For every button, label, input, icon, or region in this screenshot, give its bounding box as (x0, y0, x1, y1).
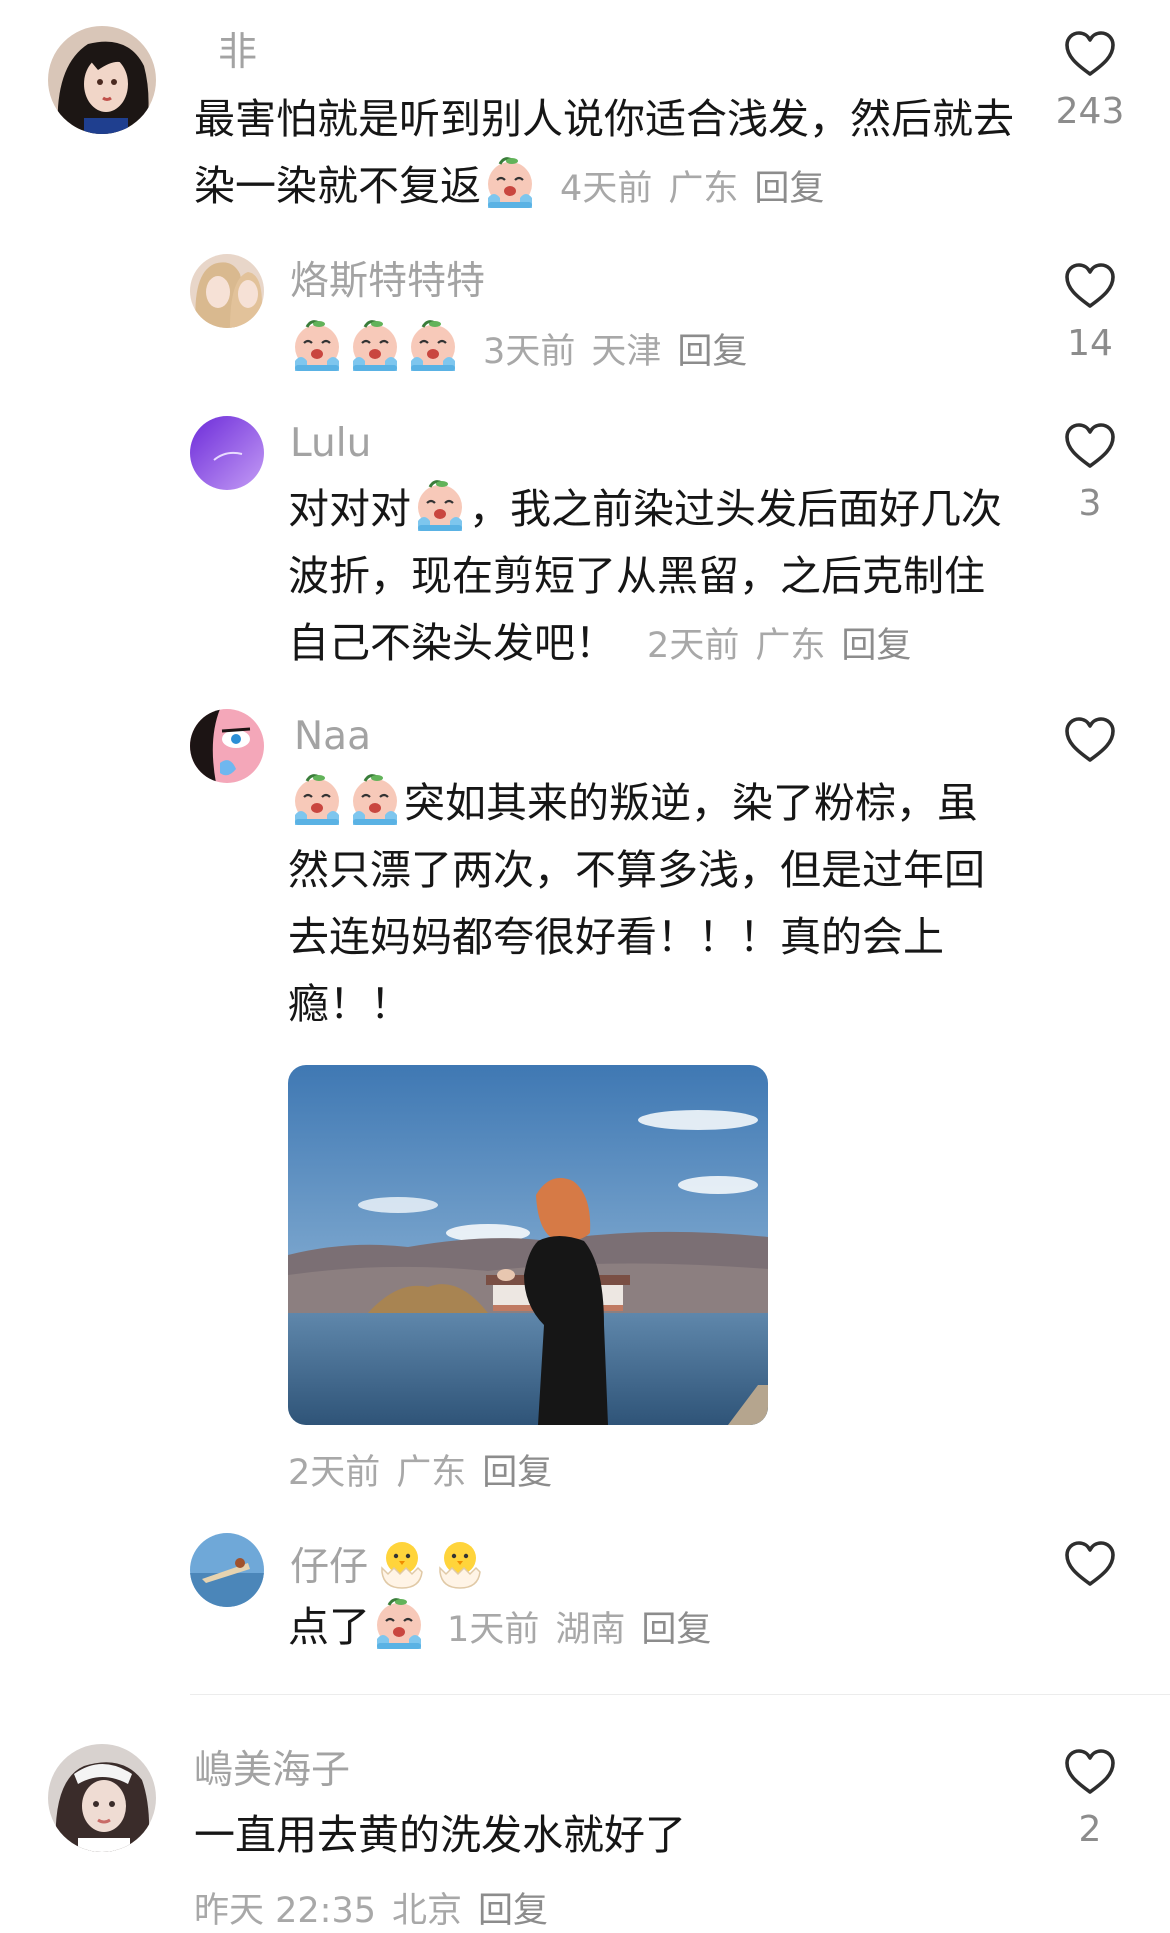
hatching-chick-emoji (374, 1534, 430, 1590)
like-button[interactable]: 2 (1040, 1748, 1140, 1850)
heart-outline-icon (1064, 30, 1116, 78)
comment-text: 最害怕就是听到别人说你适合浅发，然后就去染一染就不复返 4天前 广东 回复 (194, 86, 1014, 223)
heart-outline-icon (1064, 1748, 1116, 1796)
location: 湖南 (555, 1610, 626, 1650)
heart-outline-icon (1064, 262, 1116, 310)
comment-meta: 2天前 广东 回复 (288, 1444, 568, 1495)
comment-text: 点了 1天前 湖南 回复 (288, 1594, 1028, 1664)
like-button[interactable] (1040, 716, 1140, 764)
crying-face-emoji (347, 771, 403, 827)
location: 北京 (392, 1891, 463, 1931)
reply-button[interactable]: 回复 (641, 1610, 711, 1650)
location: 广东 (755, 626, 826, 666)
comment-text: 一直用去黄的洗发水就好了 (194, 1811, 686, 1859)
like-button[interactable]: 14 (1040, 262, 1140, 364)
comment-meta: 1天前 湖南 回复 (447, 1610, 727, 1650)
timestamp: 4天前 (560, 169, 653, 209)
crying-face-emoji (371, 1595, 427, 1651)
location: 广东 (396, 1453, 467, 1493)
crying-face-emoji (412, 477, 468, 533)
comment-body: 点了 (288, 1603, 370, 1651)
like-button[interactable]: 243 (1040, 30, 1140, 132)
timestamp: 2天前 (288, 1453, 381, 1493)
username[interactable]: 仔仔 (290, 1534, 489, 1594)
username[interactable]: Naa (294, 711, 371, 763)
avatar[interactable] (48, 1744, 156, 1852)
location: 天津 (591, 332, 662, 372)
comment-text: 突如其来的叛逆，染了粉棕，虽然只漂了两次，不算多浅，但是过年回去连妈妈都夸很好看… (288, 770, 1008, 1038)
reply-button[interactable]: 回复 (482, 1453, 552, 1493)
username[interactable]: 非 (218, 27, 257, 79)
timestamp: 3天前 (483, 332, 576, 372)
like-count: 14 (1067, 323, 1113, 364)
location: 广东 (668, 169, 739, 209)
crying-face-emoji (482, 154, 538, 210)
comment-meta: 3天前 天津 回复 (483, 332, 763, 372)
avatar[interactable] (48, 26, 156, 134)
timestamp: 2天前 (647, 626, 740, 666)
reply-button[interactable]: 回复 (841, 626, 911, 666)
reply-button[interactable]: 回复 (754, 169, 824, 209)
username[interactable]: Lulu (290, 418, 371, 470)
username-text: 仔仔 (290, 1545, 369, 1590)
like-button[interactable] (1040, 1540, 1140, 1588)
hatching-chick-emoji (432, 1534, 488, 1590)
heart-outline-icon (1064, 422, 1116, 470)
comment-meta: 2天前 广东 回复 (647, 626, 927, 666)
avatar[interactable] (190, 709, 264, 783)
like-count: 2 (1078, 1809, 1102, 1850)
avatar[interactable] (190, 416, 264, 490)
comment-photo[interactable] (288, 1065, 768, 1425)
timestamp: 1天前 (447, 1610, 540, 1650)
timestamp: 昨天 22:35 (194, 1891, 376, 1931)
like-count: 3 (1078, 483, 1102, 524)
heart-outline-icon (1064, 1540, 1116, 1588)
crying-face-emoji (289, 771, 345, 827)
username[interactable]: 嶋美海子 (194, 1745, 350, 1797)
reply-button[interactable]: 回复 (677, 332, 747, 372)
heart-outline-icon (1064, 716, 1116, 764)
reply-button[interactable]: 回复 (478, 1891, 548, 1931)
avatar[interactable] (190, 1533, 264, 1607)
comment-text: 3天前 天津 回复 (288, 316, 1028, 386)
avatar[interactable] (190, 254, 264, 328)
like-count: 243 (1055, 91, 1125, 132)
crying-face-emoji (405, 317, 461, 373)
crying-face-emoji (347, 317, 403, 373)
comment-text: 对对对 ，我之前染过头发后面好几次波折，现在剪短了从黑留，之后克制住自己不染头发吧… (288, 476, 1008, 680)
crying-face-emoji (289, 317, 345, 373)
username[interactable]: 烙斯特特特 (290, 256, 485, 308)
comment-meta: 4天前 广东 回复 (560, 169, 840, 209)
comment-meta: 昨天 22:35 北京 回复 (194, 1882, 564, 1933)
like-button[interactable]: 3 (1040, 422, 1140, 524)
divider (190, 1694, 1170, 1695)
comment-body: 对对对 (288, 485, 411, 533)
